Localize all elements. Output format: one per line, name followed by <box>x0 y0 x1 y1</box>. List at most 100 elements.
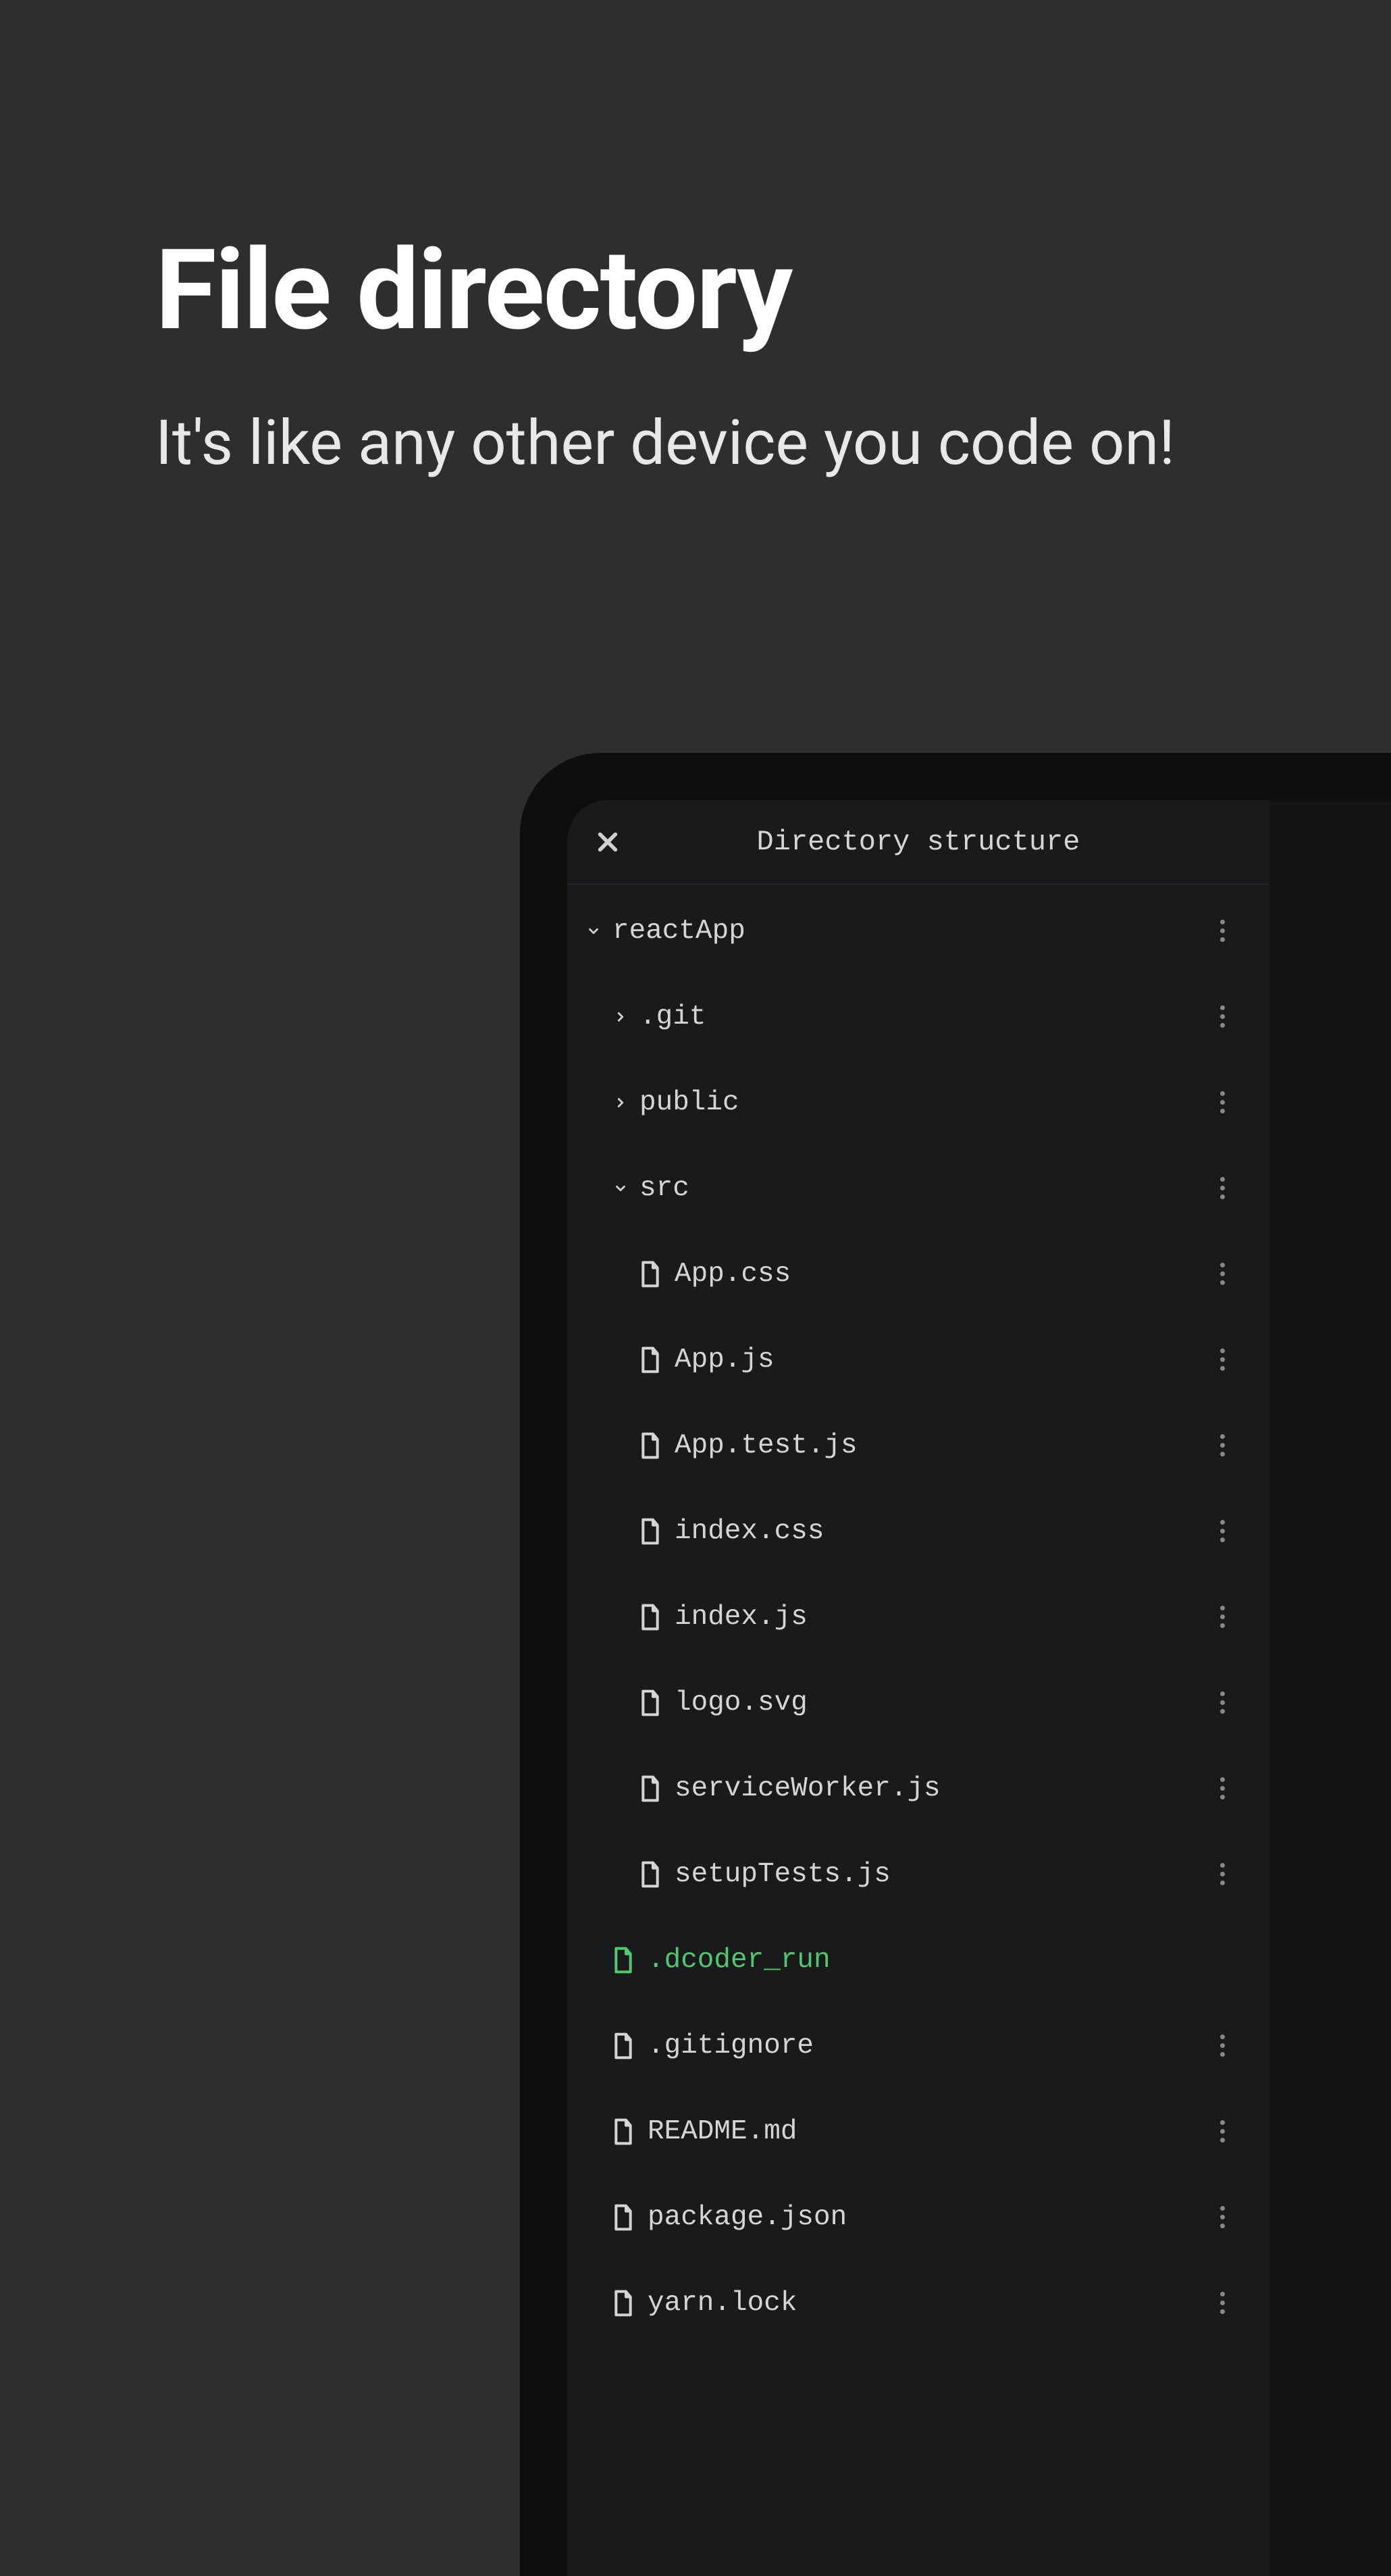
file-item[interactable]: App.css <box>567 1231 1269 1317</box>
more-options-icon <box>1220 1434 1225 1456</box>
item-label: .git <box>639 1001 1209 1032</box>
chevron-down-icon <box>586 924 601 939</box>
item-label: logo.svg <box>675 1687 1209 1718</box>
file-icon <box>612 2290 634 2317</box>
item-label: App.js <box>675 1344 1209 1375</box>
more-options-button[interactable] <box>1209 1520 1236 1542</box>
more-options-icon <box>1220 1177 1225 1199</box>
file-icon-wrapper <box>638 1774 662 1804</box>
page-title: File directory <box>155 230 1236 352</box>
item-label: index.css <box>675 1516 1209 1547</box>
more-options-button[interactable] <box>1209 1348 1236 1371</box>
file-icon-wrapper <box>638 1517 662 1546</box>
more-options-button[interactable] <box>1209 1606 1236 1628</box>
item-label: App.css <box>675 1259 1209 1290</box>
more-options-button[interactable] <box>1209 2206 1236 2228</box>
more-options-icon <box>1220 1777 1225 1799</box>
chevron-right-icon <box>613 1009 628 1024</box>
file-tree: reactApp .git public src App.css App.js App… <box>567 885 1269 2346</box>
file-icon-wrapper <box>638 1860 662 1889</box>
file-item[interactable]: logo.svg <box>567 1660 1269 1745</box>
file-icon <box>639 1861 661 1888</box>
expand-toggle[interactable] <box>584 924 603 939</box>
more-options-icon <box>1220 1606 1225 1628</box>
file-icon-wrapper <box>638 1688 662 1718</box>
item-label: App.test.js <box>675 1430 1209 1461</box>
file-item[interactable]: App.js <box>567 1317 1269 1402</box>
folder-item[interactable]: public <box>567 1059 1269 1145</box>
file-item[interactable]: README.md <box>567 2088 1269 2174</box>
file-icon-wrapper <box>638 1431 662 1461</box>
more-options-button[interactable] <box>1209 1434 1236 1456</box>
item-label: index.js <box>675 1602 1209 1633</box>
file-item[interactable]: index.js <box>567 1574 1269 1660</box>
item-label: serviceWorker.js <box>675 1773 1209 1804</box>
device-frame: 0 used ry oject t it ny Directory struct… <box>520 753 1391 2576</box>
more-options-icon <box>1220 2206 1225 2228</box>
item-label: yarn.lock <box>648 2288 1209 2319</box>
file-item[interactable]: serviceWorker.js <box>567 1745 1269 1831</box>
more-options-icon <box>1220 1348 1225 1371</box>
file-icon-wrapper <box>611 2203 635 2232</box>
more-options-icon <box>1220 1091 1225 1113</box>
file-icon <box>639 1689 661 1716</box>
more-options-button[interactable] <box>1209 1863 1236 1885</box>
more-options-button[interactable] <box>1209 1777 1236 1799</box>
panel-header: Directory structure <box>567 800 1269 885</box>
folder-item[interactable]: .git <box>567 974 1269 1059</box>
file-icon <box>639 1432 661 1459</box>
more-options-icon <box>1220 2034 1225 2057</box>
more-options-button[interactable] <box>1209 1691 1236 1714</box>
file-icon <box>612 2204 634 2231</box>
chevron-right-icon <box>613 1095 628 1110</box>
item-label: .gitignore <box>648 2030 1209 2061</box>
folder-item[interactable]: reactApp <box>567 888 1269 974</box>
directory-panel: Directory structure reactApp .git public sr… <box>567 800 1269 2576</box>
panel-title: Directory structure <box>625 826 1246 858</box>
file-item[interactable]: index.css <box>567 1488 1269 1574</box>
more-options-button[interactable] <box>1209 1177 1236 1199</box>
file-icon-wrapper <box>611 2031 635 2061</box>
more-options-icon <box>1220 1263 1225 1285</box>
file-item[interactable]: .dcoder_run <box>567 1917 1269 2003</box>
file-icon <box>612 2032 634 2059</box>
more-options-button[interactable] <box>1209 2120 1236 2143</box>
file-icon-wrapper <box>638 1602 662 1632</box>
close-button[interactable] <box>591 823 625 862</box>
file-icon <box>639 1604 661 1631</box>
file-icon-wrapper <box>638 1259 662 1289</box>
more-options-button[interactable] <box>1209 1263 1236 1285</box>
file-icon-wrapper <box>611 1945 635 1975</box>
item-label: package.json <box>648 2202 1209 2233</box>
expand-toggle[interactable] <box>611 1095 630 1110</box>
file-item[interactable]: yarn.lock <box>567 2260 1269 2346</box>
more-options-button[interactable] <box>1209 2034 1236 2057</box>
more-options-icon <box>1220 1691 1225 1714</box>
item-label: setupTests.js <box>675 1859 1209 1890</box>
file-item[interactable]: .gitignore <box>567 2003 1269 2088</box>
file-icon <box>612 2118 634 2145</box>
expand-toggle[interactable] <box>611 1009 630 1024</box>
expand-toggle[interactable] <box>611 1181 630 1196</box>
more-options-icon <box>1220 1520 1225 1542</box>
device-screen: 0 used ry oject t it ny Directory struct… <box>567 800 1391 2576</box>
page-subtitle: It's like any other device you code on! <box>155 403 1236 484</box>
file-item[interactable]: package.json <box>567 2174 1269 2260</box>
more-options-button[interactable] <box>1209 920 1236 942</box>
file-icon <box>639 1346 661 1373</box>
close-icon <box>596 831 619 853</box>
more-options-icon <box>1220 920 1225 942</box>
more-options-icon <box>1220 1005 1225 1028</box>
item-label: src <box>639 1173 1209 1204</box>
file-item[interactable]: App.test.js <box>567 1402 1269 1488</box>
item-label: reactApp <box>612 916 1209 947</box>
more-options-button[interactable] <box>1209 1091 1236 1113</box>
file-icon <box>639 1518 661 1545</box>
file-icon <box>612 1947 634 1974</box>
item-label: public <box>639 1087 1209 1118</box>
folder-item[interactable]: src <box>567 1145 1269 1231</box>
file-icon <box>639 1775 661 1802</box>
more-options-button[interactable] <box>1209 2292 1236 2314</box>
file-item[interactable]: setupTests.js <box>567 1831 1269 1917</box>
more-options-button[interactable] <box>1209 1005 1236 1028</box>
